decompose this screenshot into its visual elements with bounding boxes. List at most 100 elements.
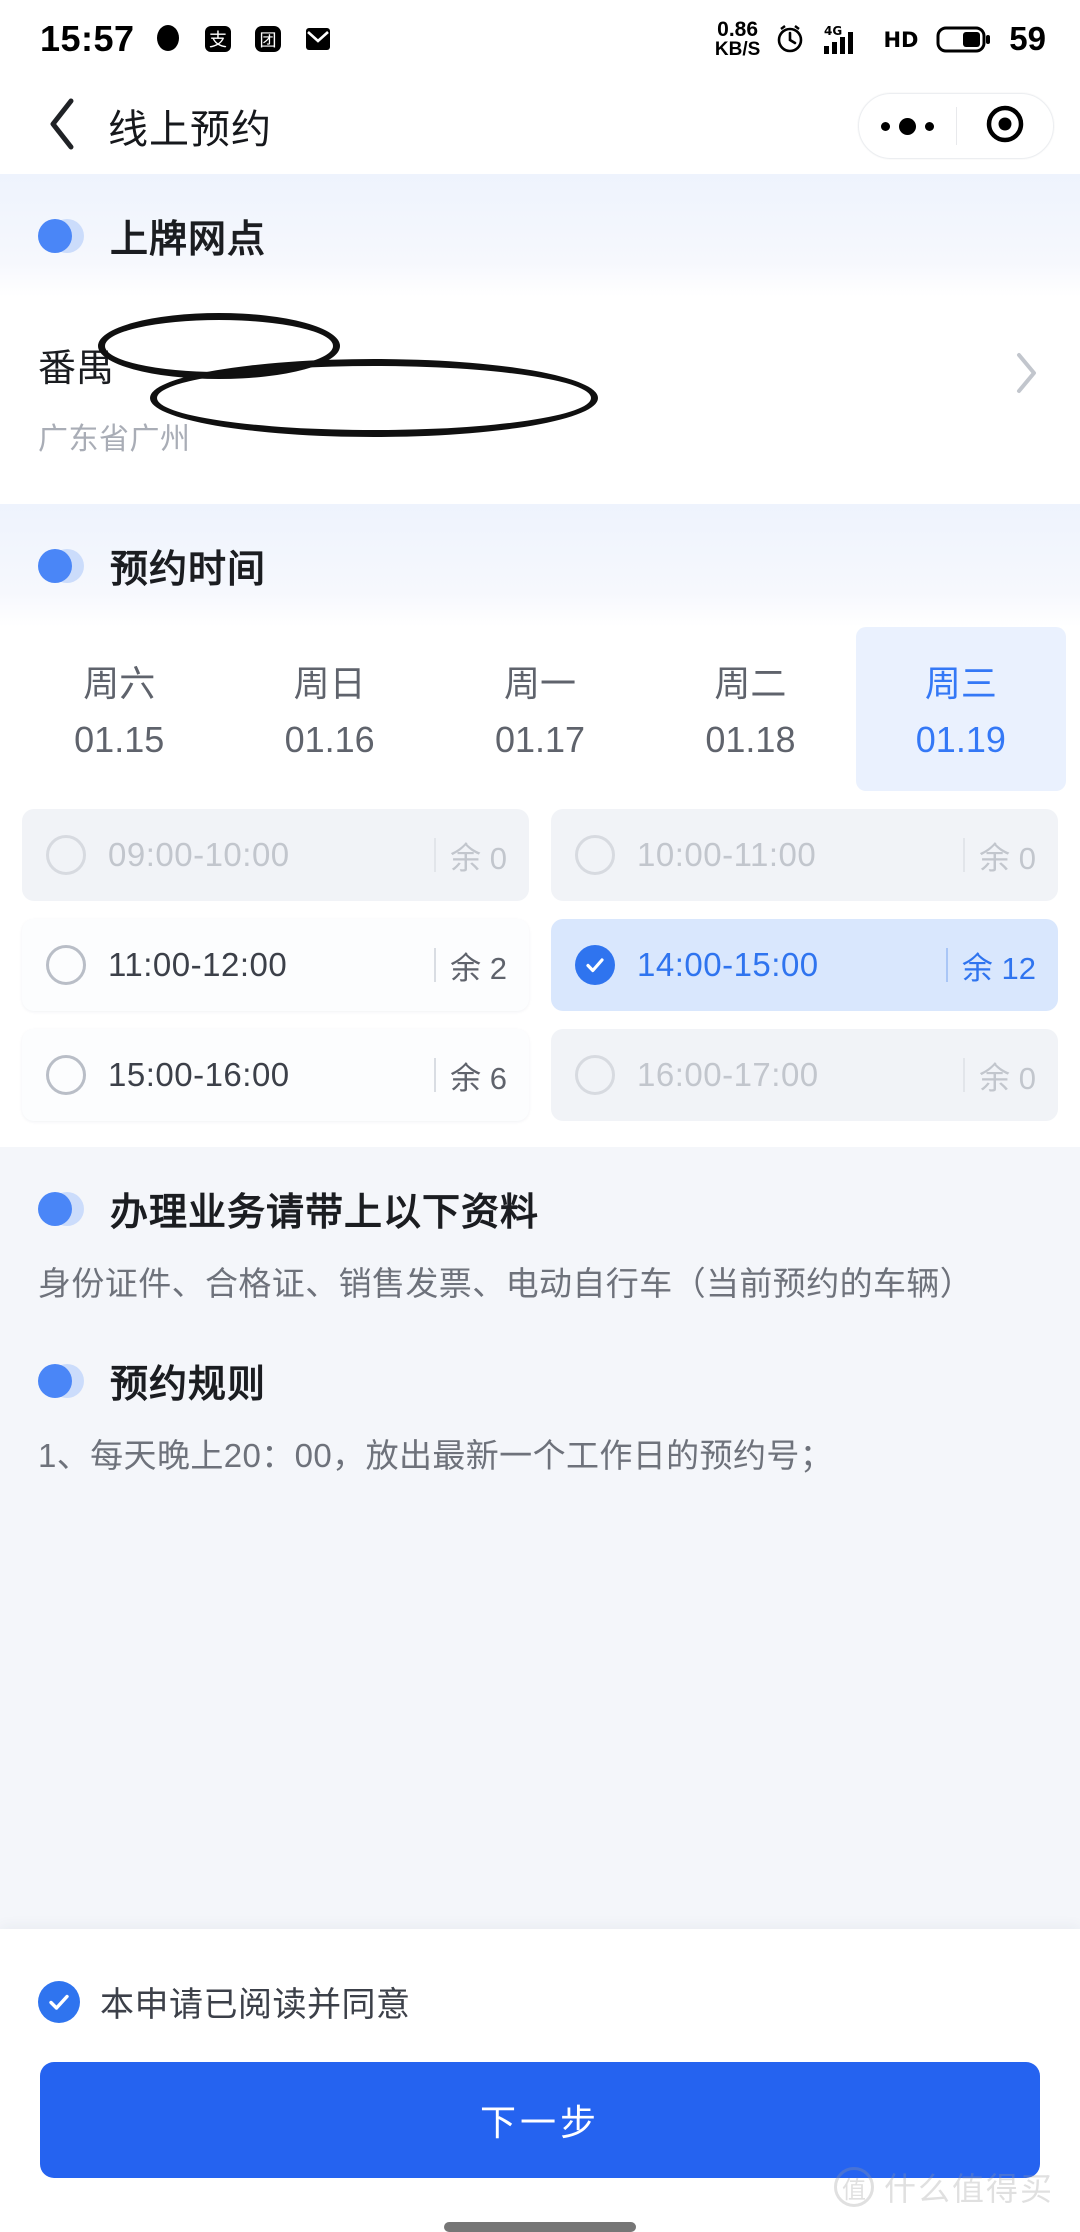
- capsule-more-button[interactable]: [859, 94, 956, 158]
- timeslot-time: 16:00-17:00: [637, 1056, 819, 1093]
- nav-bar: 线上预约: [0, 78, 1080, 174]
- status-bar-right: 0.86 KB/S 4G HD 59: [715, 19, 1046, 59]
- page-content: 上牌网点 番禺 广东省广州 预约时间 周六 01.15 周日 01.16 周一 01.17…: [0, 174, 1080, 1481]
- date-weekday: 周日: [293, 663, 366, 704]
- timeslot-divider: [963, 1058, 966, 1092]
- more-dots-icon: [880, 117, 934, 135]
- status-bar: 15:57 支 团 0.86 KB/S 4G HD 59: [0, 0, 1080, 78]
- date-weekday: 周二: [714, 663, 787, 704]
- next-step-button[interactable]: 下一步: [40, 2062, 1040, 2178]
- timeslot-remaining: 余 0: [450, 840, 507, 876]
- timeslot-time: 10:00-11:00: [637, 836, 817, 873]
- back-button[interactable]: [34, 98, 90, 154]
- network-speed-unit: KB/S: [714, 39, 761, 60]
- store-selector-row[interactable]: 番禺 广东省广州: [0, 297, 1080, 504]
- svg-text:HD: HD: [884, 28, 919, 52]
- date-number: 01.15: [74, 719, 165, 760]
- watermark-badge: 值: [833, 2167, 874, 2207]
- timeslot-grid: 09:00-10:00 余 0 10:00-11:00 余 0 11:00-12:00 余…: [0, 797, 1080, 1147]
- radio-circle-icon: [46, 945, 86, 985]
- section-header-rules: 预约规则: [0, 1309, 1080, 1430]
- meituan-icon: 团: [251, 22, 285, 56]
- redaction-ellipse-address: [150, 359, 598, 437]
- timeslot-remaining: 余 0: [979, 840, 1036, 876]
- network-speed-value: 0.86: [717, 18, 759, 41]
- timeslot-divider: [945, 948, 948, 982]
- rule-item: 1、每天晚上20：00，放出最新一个工作日的预约号；: [38, 1437, 834, 1475]
- timeslot-time: 09:00-10:00: [108, 836, 290, 873]
- date-selector: 周六 01.15 周日 01.16 周一 01.17 周二 01.18 周三 01.19: [0, 627, 1080, 797]
- status-time: 15:57: [40, 18, 135, 59]
- timeslot-remaining: 余 6: [450, 1060, 507, 1096]
- bullet-dot-icon: [38, 1191, 84, 1226]
- miniprogram-capsule: [858, 93, 1054, 159]
- timeslot-option: 16:00-17:00 余 0: [551, 1029, 1058, 1121]
- battery-percent: 59: [1009, 20, 1046, 57]
- date-number: 01.17: [494, 719, 586, 760]
- agreement-row[interactable]: 本申请已阅读并同意: [0, 1959, 1080, 2026]
- radio-circle-icon: [575, 835, 615, 875]
- timeslot-remaining: 余 2: [450, 950, 507, 986]
- alarm-clock-icon: [773, 22, 807, 56]
- date-cell[interactable]: 周二 01.18: [645, 627, 855, 791]
- bullet-dot-icon: [38, 218, 84, 253]
- hd-audio-icon: HD: [879, 22, 923, 56]
- date-weekday: 周三: [924, 663, 997, 704]
- date-number: 01.16: [284, 719, 375, 760]
- chat-bubble-icon: [151, 22, 185, 56]
- date-cell[interactable]: 周一 01.17: [435, 627, 645, 791]
- radio-circle-icon: [46, 1055, 86, 1095]
- site-watermark: 值 什么值得买: [833, 2164, 1054, 2210]
- date-number: 01.18: [705, 719, 796, 760]
- timeslot-option[interactable]: 14:00-15:00 余 12: [551, 919, 1058, 1011]
- timeslot-time: 11:00-12:00: [108, 946, 288, 983]
- agreement-checkbox[interactable]: [38, 1980, 80, 2023]
- date-number: 01.19: [915, 719, 1006, 760]
- date-weekday: 周一: [504, 663, 577, 704]
- radio-circle-icon: [575, 1055, 615, 1095]
- check-circle-icon: [575, 945, 615, 985]
- signal-bars-icon: 4G: [820, 22, 866, 56]
- mail-icon: [301, 22, 335, 56]
- svg-text:支: 支: [209, 30, 227, 51]
- target-circle-icon: [984, 103, 1026, 150]
- battery-icon: [936, 22, 992, 56]
- section-header-store: 上牌网点: [0, 174, 1080, 297]
- agreement-label: 本申请已阅读并同意: [100, 1986, 411, 2024]
- chevron-left-icon: [45, 97, 79, 156]
- date-cell[interactable]: 周六 01.15: [14, 627, 224, 791]
- section-header-materials: 办理业务请带上以下资料: [0, 1147, 1080, 1258]
- timeslot-divider: [434, 1058, 437, 1092]
- alipay-icon: 支: [201, 22, 235, 56]
- bullet-dot-icon: [38, 548, 84, 583]
- page-title: 线上预约: [108, 108, 272, 152]
- status-bar-left: 15:57 支 团: [40, 18, 335, 60]
- section-title-time: 预约时间: [110, 549, 267, 591]
- materials-text: 身份证件、合格证、销售发票、电动自行车（当前预约的车辆）: [38, 1265, 974, 1302]
- timeslot-option[interactable]: 11:00-12:00 余 2: [22, 919, 529, 1011]
- date-cell[interactable]: 周日 01.16: [224, 627, 434, 791]
- section-title-rules: 预约规则: [110, 1364, 267, 1407]
- timeslot-option: 09:00-10:00 余 0: [22, 809, 529, 901]
- section-title-store: 上牌网点: [110, 219, 267, 261]
- timeslot-divider: [434, 948, 437, 982]
- timeslot-time: 15:00-16:00: [108, 1056, 290, 1093]
- svg-text:4G: 4G: [824, 24, 842, 38]
- network-speed: 0.86 KB/S: [715, 19, 760, 59]
- timeslot-remaining: 余 12: [961, 950, 1036, 986]
- date-cell[interactable]: 周三 01.19: [855, 627, 1067, 791]
- timeslot-option[interactable]: 15:00-16:00 余 6: [22, 1029, 529, 1121]
- capsule-close-button[interactable]: [957, 94, 1054, 158]
- radio-circle-icon: [46, 835, 86, 875]
- watermark-text: 什么值得买: [883, 2171, 1054, 2207]
- timeslot-time: 14:00-15:00: [637, 946, 819, 983]
- bottom-action-bar: 本申请已阅读并同意 下一步 值 什么值得买: [0, 1929, 1080, 2232]
- timeslot-option: 10:00-11:00 余 0: [551, 809, 1058, 901]
- timeslot-remaining: 余 0: [979, 1060, 1036, 1096]
- section-title-materials: 办理业务请带上以下资料: [110, 1192, 540, 1234]
- date-weekday: 周六: [83, 663, 156, 704]
- section-header-time: 预约时间: [0, 504, 1080, 627]
- chevron-right-icon: [1014, 351, 1040, 400]
- timeslot-divider: [963, 838, 966, 872]
- svg-text:团: 团: [259, 31, 276, 51]
